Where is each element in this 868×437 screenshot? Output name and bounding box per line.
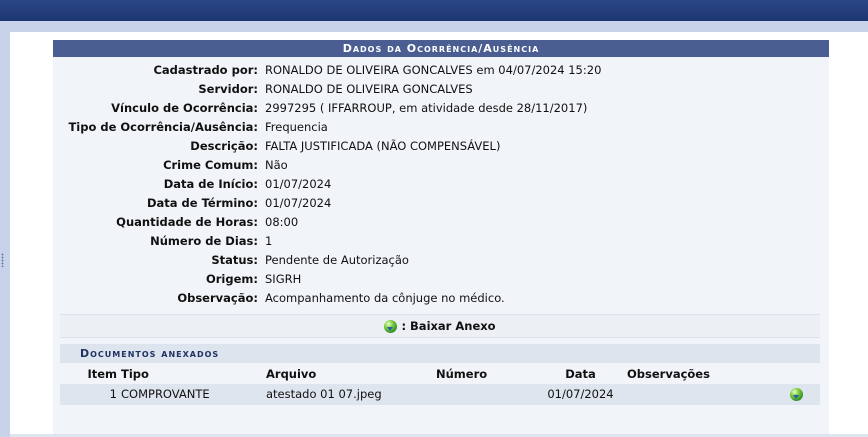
cell-download <box>772 384 820 405</box>
field-start-date: Data de Início: 01/07/2024 <box>53 175 829 194</box>
cell-file: atestado 01 07.jpeg <box>266 384 436 405</box>
field-label: Cadastrado por: <box>153 63 258 77</box>
field-label: Quantidade de Horas: <box>116 215 258 229</box>
field-label: Crime Comum: <box>163 158 258 172</box>
field-value: 1 <box>265 234 273 248</box>
content-area: Dados da Ocorrência/Ausência Cadastrado … <box>10 32 868 437</box>
occurrence-details-panel: Dados da Ocorrência/Ausência Cadastrado … <box>53 40 829 437</box>
field-value: RONALDO DE OLIVEIRA GONCALVES em 04/07/2… <box>265 63 602 77</box>
field-common-crime: Crime Comum: Não <box>53 156 829 175</box>
column-header-item: Item <box>87 367 117 381</box>
cell-number <box>436 384 534 405</box>
field-bond: Vínculo de Ocorrência: 2997295 ( IFFARRO… <box>53 99 829 118</box>
attached-documents-table: Item Tipo Arquivo Número Data Observaçõe… <box>60 365 820 405</box>
table-row: 1 COMPROVANTE atestado 01 07.jpeg 01/07/… <box>60 384 820 405</box>
left-side-strip <box>0 32 10 437</box>
download-icon[interactable] <box>384 320 398 333</box>
field-label: Descrição: <box>190 139 258 153</box>
top-header-band <box>0 0 868 21</box>
field-origin: Origem: SIGRH <box>53 270 829 289</box>
field-label: Tipo de Ocorrência/Ausência: <box>68 120 258 134</box>
field-value: FALTA JUSTIFICADA (NÃO COMPENSÁVEL) <box>265 139 501 153</box>
column-header-observations: Observações <box>627 367 710 381</box>
column-header-file: Arquivo <box>266 367 317 381</box>
field-label: Data de Início: <box>163 177 258 191</box>
cell-type: COMPROVANTE <box>121 384 266 405</box>
column-header-number: Número <box>436 367 488 381</box>
field-days: Número de Dias: 1 <box>53 232 829 251</box>
field-value: 2997295 ( IFFARROUP, em atividade desde … <box>265 101 588 115</box>
field-label: Número de Dias: <box>150 234 258 248</box>
field-value: 08:00 <box>265 215 299 229</box>
field-value: 01/07/2024 <box>265 196 332 210</box>
attached-documents-caption: Documentos anexados <box>60 344 820 363</box>
download-attachment-label: : Baixar Anexo <box>401 319 496 333</box>
field-description: Descrição: FALTA JUSTIFICADA (NÃO COMPEN… <box>53 137 829 156</box>
field-registered-by: Cadastrado por: RONALDO DE OLIVEIRA GONC… <box>53 61 829 80</box>
cell-observations <box>627 384 772 405</box>
field-value: 01/07/2024 <box>265 177 332 191</box>
field-value: Frequencia <box>265 120 328 134</box>
field-label: Origem: <box>205 272 258 286</box>
column-header-actions <box>772 365 820 384</box>
field-label: Observação: <box>177 291 258 305</box>
column-header-date: Data <box>565 367 596 381</box>
cell-item: 1 <box>60 384 121 405</box>
field-value: RONALDO DE OLIVEIRA GONCALVES <box>265 82 473 96</box>
field-employee: Servidor: RONALDO DE OLIVEIRA GONCALVES <box>53 80 829 99</box>
field-occurrence-type: Tipo de Ocorrência/Ausência: Frequencia <box>53 118 829 137</box>
field-observation: Observação: Acompanhamento da cônjuge no… <box>53 289 829 308</box>
field-label: Status: <box>211 253 258 267</box>
field-label: Data de Término: <box>146 196 258 210</box>
top-subheader-strip <box>0 21 868 32</box>
field-end-date: Data de Término: 01/07/2024 <box>53 194 829 213</box>
field-value: SIGRH <box>265 272 302 286</box>
resize-grip-icon[interactable] <box>1 253 4 267</box>
field-value: Acompanhamento da cônjuge no médico. <box>265 291 505 305</box>
field-value: Não <box>265 158 288 172</box>
cell-date: 01/07/2024 <box>534 384 627 405</box>
download-icon[interactable] <box>789 388 803 401</box>
field-value: Pendente de Autorização <box>265 253 409 267</box>
field-label: Servidor: <box>198 82 258 96</box>
field-label: Vínculo de Ocorrência: <box>111 101 258 115</box>
table-header-row: Item Tipo Arquivo Número Data Observaçõe… <box>60 365 820 384</box>
field-status: Status: Pendente de Autorização <box>53 251 829 270</box>
column-header-type: Tipo <box>121 367 149 381</box>
panel-title: Dados da Ocorrência/Ausência <box>53 40 829 57</box>
download-attachment-bar: : Baixar Anexo <box>60 314 820 338</box>
field-hours: Quantidade de Horas: 08:00 <box>53 213 829 232</box>
